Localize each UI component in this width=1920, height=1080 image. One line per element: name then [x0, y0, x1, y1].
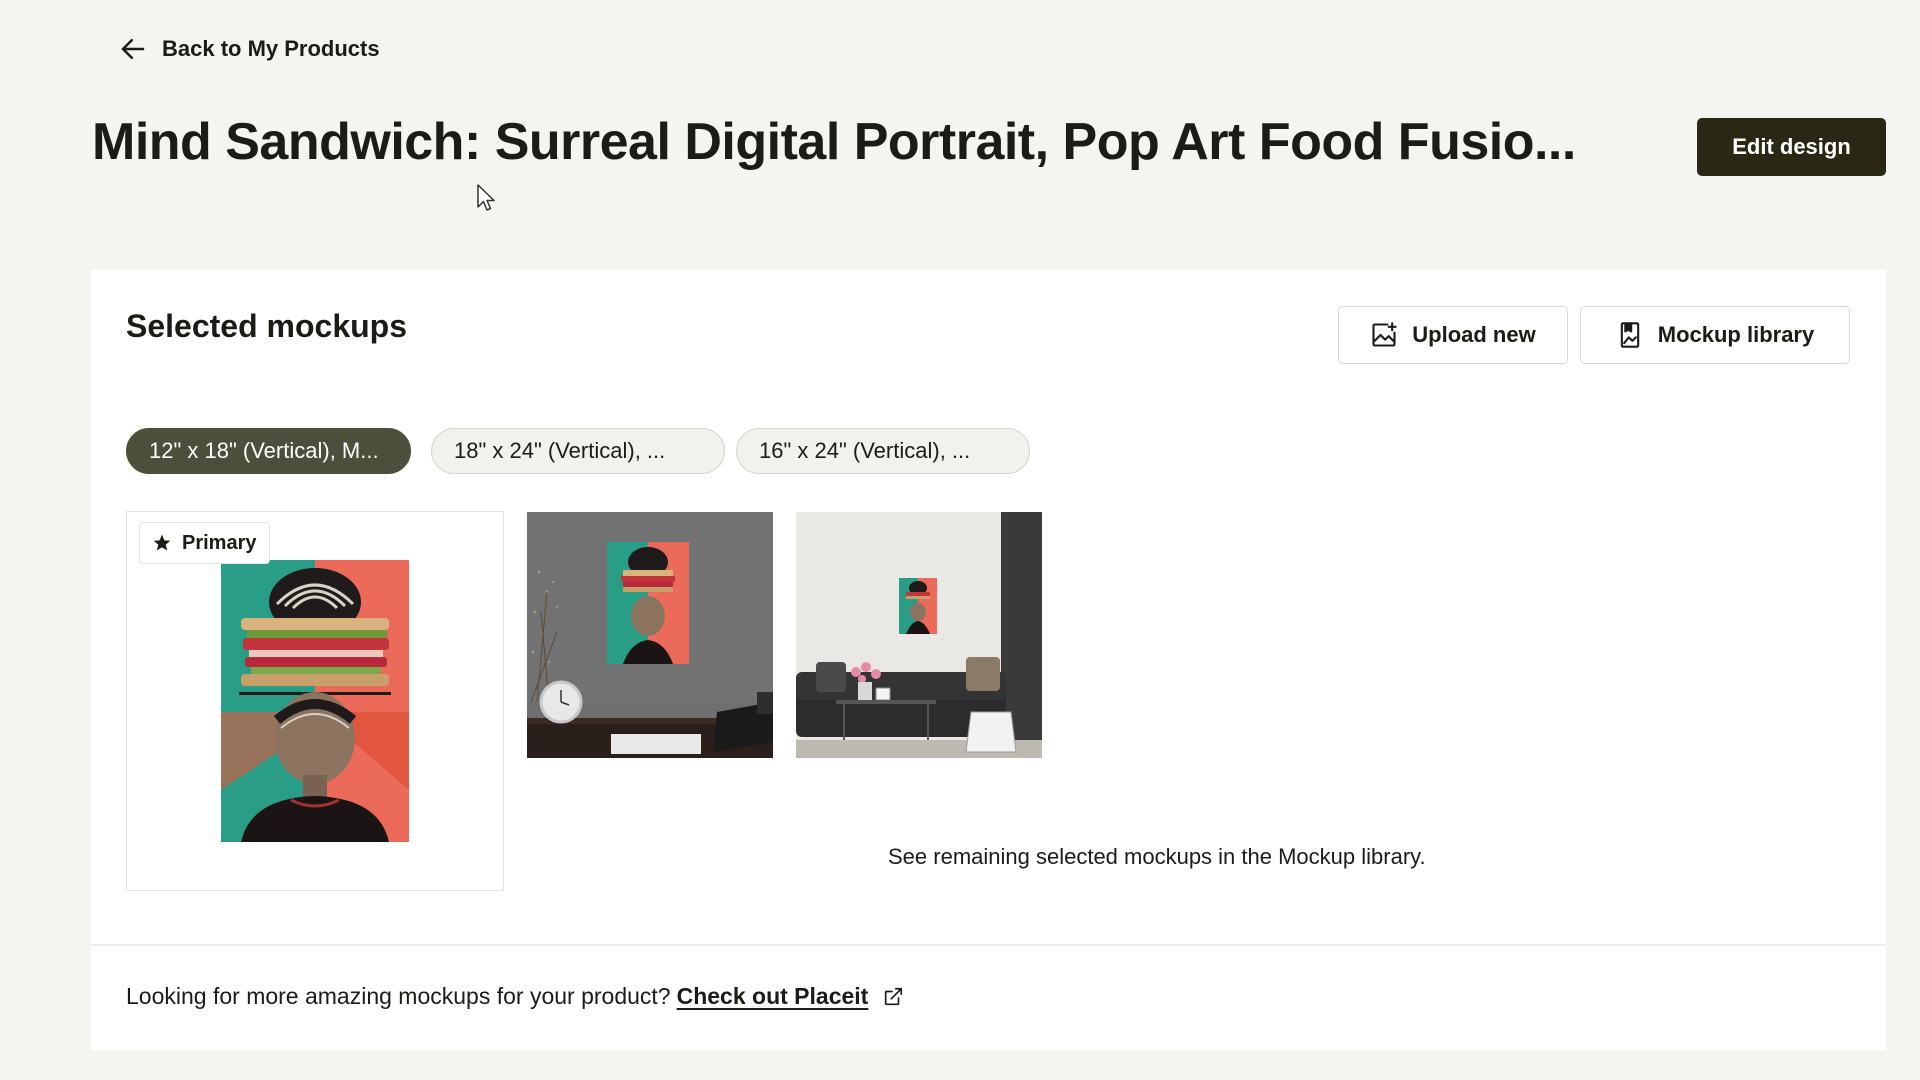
- mockup-library-label: Mockup library: [1657, 322, 1815, 347]
- mockups-panel: Selected mockups Upload new Mockup libra…: [91, 270, 1886, 1050]
- star-icon: [153, 534, 171, 551]
- remaining-mockups-note: See remaining selected mockups in the Mo…: [888, 844, 1426, 869]
- primary-badge-label: Primary: [182, 531, 257, 554]
- arrow-left-icon: [121, 39, 145, 59]
- mouse-cursor-icon: [477, 184, 495, 211]
- panel-divider: [91, 944, 1886, 946]
- external-link-icon[interactable]: [882, 986, 904, 1008]
- book-image-icon: [1620, 322, 1639, 348]
- variant-tab-16x24[interactable]: 16" x 24" (Vertical), ...: [736, 428, 1030, 474]
- section-title: Selected mockups: [126, 308, 407, 344]
- back-to-products-link[interactable]: Back to My Products: [118, 34, 380, 64]
- page-title: Mind Sandwich: Surreal Digital Portrait,…: [92, 113, 1576, 171]
- placeit-promo: Looking for more amazing mockups for you…: [126, 983, 904, 1010]
- back-link-label: Back to My Products: [162, 36, 380, 61]
- mockup-desk-image: [527, 512, 773, 758]
- mockup-thumbnail-living-room[interactable]: [796, 512, 1042, 758]
- variant-tab-18x24[interactable]: 18" x 24" (Vertical), ...: [431, 428, 725, 474]
- mockup-thumbnail-desk[interactable]: [527, 512, 773, 758]
- poster-artwork-image: [221, 560, 409, 842]
- edit-design-button[interactable]: Edit design: [1697, 118, 1886, 176]
- upload-new-button[interactable]: Upload new: [1338, 306, 1568, 364]
- mockup-library-button[interactable]: Mockup library: [1580, 306, 1850, 364]
- primary-mockup-card[interactable]: Primary: [126, 511, 504, 891]
- mockup-living-room-image: [796, 512, 1042, 758]
- image-plus-icon: [1372, 322, 1397, 347]
- variant-tab-12x18[interactable]: 12" x 18" (Vertical), M...: [126, 428, 411, 474]
- primary-badge: Primary: [139, 522, 270, 564]
- check-out-placeit-link[interactable]: Check out Placeit: [677, 983, 869, 1010]
- placeit-prompt-text: Looking for more amazing mockups for you…: [126, 983, 671, 1009]
- upload-new-label: Upload new: [1412, 322, 1536, 347]
